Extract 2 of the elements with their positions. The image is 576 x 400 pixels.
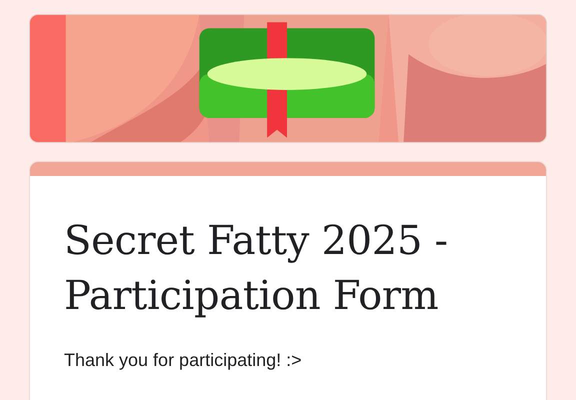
form-title: Secret Fatty 2025 - Participation Form xyxy=(64,217,449,321)
form-description: Thank you for participating! :> xyxy=(64,350,303,371)
